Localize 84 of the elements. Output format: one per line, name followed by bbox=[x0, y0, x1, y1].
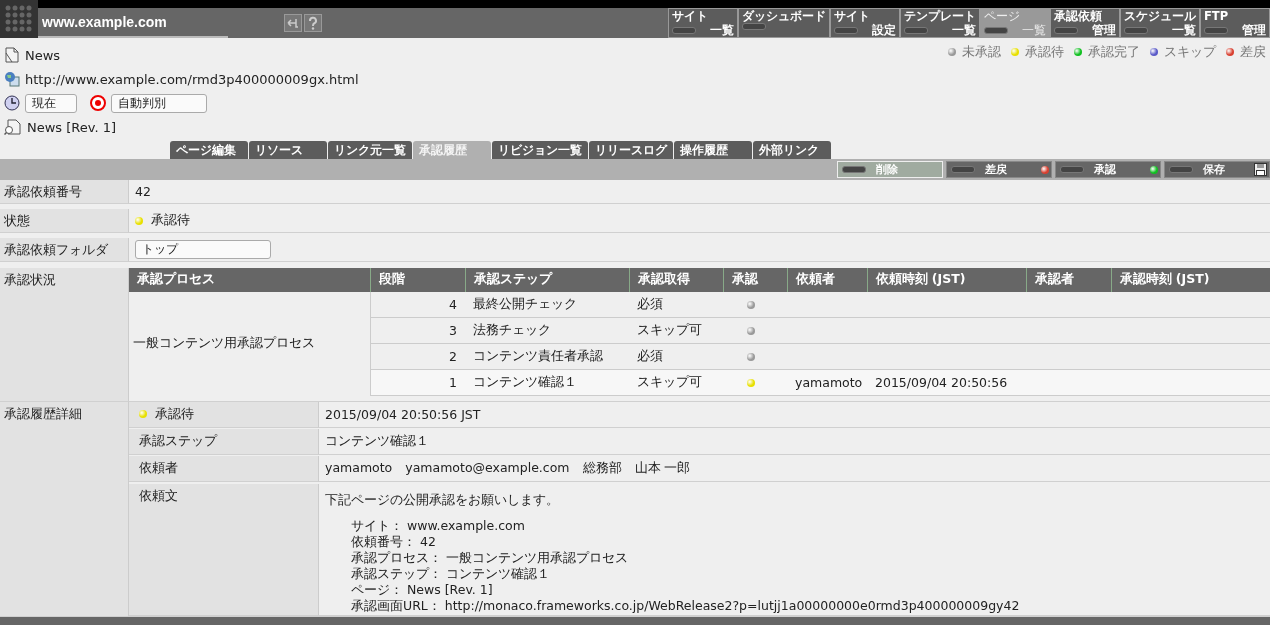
action-button[interactable]: 差戻 bbox=[946, 161, 1052, 178]
field-value: yamamoto yamamoto@example.com 総務部 山本 一郎 bbox=[325, 460, 691, 478]
message-line: 承認画面URL： http://monaco.frameworks.co.jp/WebRelease2?p=lutjj1a00000000e0rmd3p400000009gy42 bbox=[351, 597, 1020, 614]
page-url: http://www.example.com/rmd3p400000009gx.html bbox=[25, 71, 359, 87]
column-header: 承認ステップ bbox=[465, 267, 629, 292]
tab[interactable]: リソース bbox=[249, 141, 327, 159]
floppy-icon bbox=[1254, 163, 1267, 176]
revision-title: News [Rev. 1] bbox=[27, 119, 117, 135]
message-line: サイト： www.example.com bbox=[351, 517, 526, 534]
column-header: 承認プロセス bbox=[129, 267, 370, 292]
column-header: 承認者 bbox=[1026, 267, 1111, 292]
nav-button[interactable]: サイト 設定 bbox=[830, 8, 900, 38]
nav-button[interactable]: FTP 管理 bbox=[1200, 8, 1270, 38]
table-cell: スキップ可 bbox=[629, 317, 723, 344]
target-icon bbox=[90, 95, 106, 111]
legend-label: 承認完了 bbox=[1088, 43, 1140, 61]
legend-label: 差戻 bbox=[1240, 43, 1266, 61]
table-cell: yamamoto bbox=[787, 369, 867, 396]
field-label: 依頼文 bbox=[139, 487, 178, 505]
table-cell: コンテンツ責任者承認 bbox=[465, 343, 629, 370]
tab[interactable]: 操作履歴 bbox=[674, 141, 752, 159]
field-label: 承認ステップ bbox=[139, 433, 217, 451]
field-label: 依頼者 bbox=[139, 460, 178, 478]
field-label: 承認依頼フォルダ bbox=[0, 238, 128, 263]
nav-button[interactable]: サイト 一覧 bbox=[668, 8, 738, 38]
status-dot bbox=[1041, 165, 1049, 174]
clock-icon bbox=[4, 95, 20, 111]
column-header: 承認時刻 (JST) bbox=[1111, 267, 1270, 292]
action-button[interactable]: 保存 bbox=[1164, 161, 1270, 178]
table-cell: 必須 bbox=[629, 291, 723, 318]
column-header: 依頼者 bbox=[787, 267, 867, 292]
column-header: 承認 bbox=[723, 267, 787, 292]
tab[interactable]: ページ編集 bbox=[170, 141, 248, 159]
table-cell: コンテンツ確認１ bbox=[465, 369, 629, 396]
nav-button[interactable]: スケジュール 一覧 bbox=[1120, 8, 1200, 38]
table-cell: 2015/09/04 20:50:56 bbox=[867, 369, 1026, 396]
table-cell: 3 bbox=[370, 317, 465, 344]
table-cell: スキップ可 bbox=[629, 369, 723, 396]
history-time: 2015/09/04 20:50:56 JST bbox=[325, 406, 481, 422]
time-select[interactable]: 現在 bbox=[25, 93, 77, 113]
status-text: 承認待 bbox=[155, 405, 194, 423]
table-cell: 一般コンテンツ用承認プロセス bbox=[129, 291, 370, 396]
help-icon bbox=[304, 14, 322, 32]
action-button[interactable]: 承認 bbox=[1055, 161, 1161, 178]
request-number: 42 bbox=[135, 184, 151, 199]
field-value: コンテンツ確認１ bbox=[325, 433, 429, 451]
page-search-icon bbox=[4, 119, 22, 135]
message-line: 承認プロセス： 一般コンテンツ用承認プロセス bbox=[351, 549, 629, 566]
tab[interactable]: リビジョン一覧 bbox=[492, 141, 588, 159]
column-header: 承認取得 bbox=[629, 267, 723, 292]
column-header: 依頼時刻 (JST) bbox=[867, 267, 1026, 292]
page-name: News bbox=[25, 47, 61, 63]
field-label: 承認依頼番号 bbox=[0, 180, 128, 204]
message-line: 依頼番号： 42 bbox=[351, 533, 437, 550]
status-dot bbox=[1150, 165, 1158, 174]
tab[interactable]: 外部リンク bbox=[753, 141, 831, 159]
table-cell: 2 bbox=[370, 343, 465, 370]
message-line: 承認ステップ： コンテンツ確認１ bbox=[351, 565, 551, 582]
page-icon bbox=[4, 47, 20, 63]
legend-label: 未承認 bbox=[962, 43, 1001, 61]
tab[interactable]: リンク元一覧 bbox=[328, 141, 412, 159]
nav-button[interactable]: 承認依頼 管理 bbox=[1050, 8, 1120, 38]
legend-label: スキップ bbox=[1164, 43, 1216, 61]
table-cell: 1 bbox=[370, 369, 465, 396]
nav-button[interactable]: ダッシュボード bbox=[738, 8, 830, 38]
site-name: www.example.com bbox=[42, 14, 167, 30]
column-header: 段階 bbox=[370, 267, 465, 292]
globe-page-icon bbox=[4, 71, 20, 87]
legend-label: 承認待 bbox=[1025, 43, 1064, 61]
table-cell: 必須 bbox=[629, 343, 723, 370]
nav-button[interactable]: テンプレート 一覧 bbox=[900, 8, 980, 38]
table-cell: 最終公開チェック bbox=[465, 291, 629, 318]
tab[interactable]: リリースログ bbox=[589, 141, 673, 159]
logout-icon bbox=[284, 14, 302, 32]
field-label: 状態 bbox=[0, 209, 128, 234]
status-text: 承認待 bbox=[151, 212, 190, 230]
table-cell: 法務チェック bbox=[465, 317, 629, 344]
folder-select[interactable]: トップ bbox=[135, 240, 271, 260]
mode-select[interactable]: 自動判別 bbox=[111, 93, 207, 113]
message-line: ページ： News [Rev. 1] bbox=[351, 581, 494, 598]
table-cell: 4 bbox=[370, 291, 465, 318]
field-label: 承認履歴詳細 bbox=[0, 401, 128, 617]
message-text: 下記ページの公開承認をお願いします。 bbox=[325, 491, 559, 509]
field-label: 承認状況 bbox=[0, 267, 128, 402]
